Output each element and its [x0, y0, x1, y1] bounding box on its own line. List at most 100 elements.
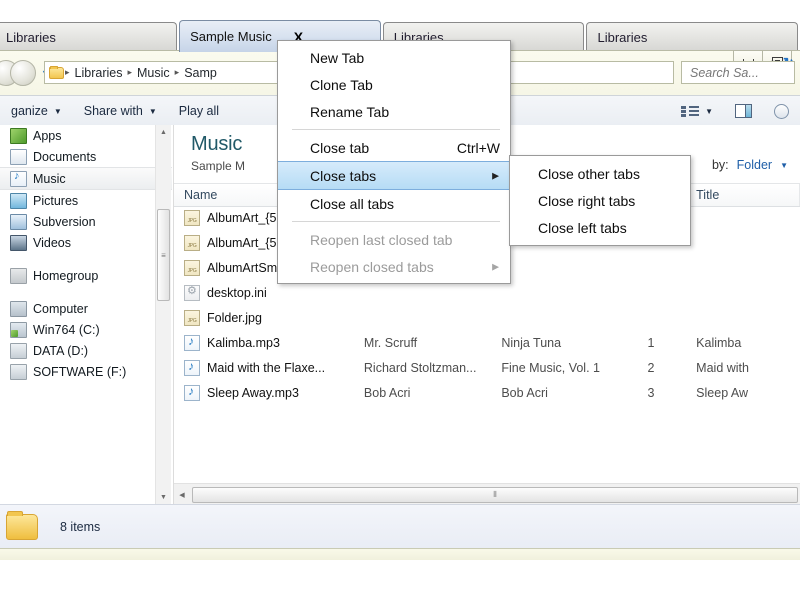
- homegroup-icon: [10, 267, 27, 284]
- file-track-number: 2: [647, 360, 655, 375]
- file-name: desktop.ini: [207, 285, 267, 300]
- chevron-down-icon[interactable]: ▼: [780, 161, 788, 170]
- folder-icon: [49, 65, 64, 79]
- search-input[interactable]: Search Sa...: [681, 61, 795, 84]
- file-name: Maid with the Flaxe...: [207, 360, 326, 375]
- submenu-item-close-right-tabs[interactable]: Close right tabs: [510, 187, 690, 214]
- close-tabs-submenu[interactable]: Close other tabs Close right tabs Close le…: [509, 155, 691, 246]
- chevron-down-icon: ▼: [705, 106, 713, 116]
- organize-button[interactable]: ganize ▼: [0, 96, 73, 126]
- sidebar-item-documents[interactable]: Documents: [0, 146, 172, 167]
- chevron-down-icon: ▼: [53, 106, 62, 116]
- file-album: Bob Acri: [501, 385, 548, 400]
- view-list-icon: [681, 104, 700, 118]
- file-title-cell: Maid with: [686, 361, 800, 375]
- arrange-by-label: by:: [711, 158, 729, 172]
- ini-file-icon: [184, 284, 200, 301]
- mp3-file-icon: [184, 384, 200, 401]
- sidebar-item-software-f[interactable]: SOFTWARE (F:): [0, 361, 172, 382]
- table-row[interactable]: Kalimba.mp3 Mr. Scruff Ninja Tuna 1 Kalimba: [174, 330, 800, 355]
- sidebar-item-label: Videos: [33, 235, 71, 250]
- navigation-pane: Apps Documents Music Pictures Subversion Vide…: [0, 125, 172, 505]
- table-row[interactable]: Sleep Away.mp3 Bob Acri Bob Acri 3 Sleep Aw: [174, 380, 800, 405]
- share-with-button[interactable]: Share with ▼: [73, 96, 168, 126]
- file-title: Sleep Aw: [696, 385, 749, 400]
- sidebar-item-subversion[interactable]: Subversion: [0, 211, 172, 232]
- file-title: Kalimba: [696, 335, 742, 350]
- arrange-by: by: Folder ▼: [712, 158, 788, 172]
- sidebar-item-data-d[interactable]: DATA (D:): [0, 340, 172, 361]
- menu-item-label: Close tab: [310, 139, 370, 156]
- file-album-cell: Fine Music, Vol. 1: [491, 361, 633, 375]
- file-title-cell: Sleep Aw: [686, 386, 800, 400]
- file-track-number-cell: 2: [633, 361, 686, 375]
- drive-icon: [10, 363, 27, 380]
- change-view-button[interactable]: ▼: [670, 96, 724, 126]
- sidebar-item-pictures[interactable]: Pictures: [0, 190, 172, 211]
- file-album: Fine Music, Vol. 1: [501, 360, 600, 375]
- sidebar-item-label: SOFTWARE (F:): [33, 364, 127, 379]
- arrange-by-value[interactable]: Folder: [737, 158, 772, 172]
- table-row[interactable]: Folder.jpg: [174, 305, 800, 330]
- menu-item-close-tabs[interactable]: Close tabs ▶: [278, 161, 510, 190]
- sidebar-item-label: DATA (D:): [33, 343, 89, 358]
- menu-item-new-tab[interactable]: New Tab: [278, 44, 510, 71]
- menu-item-rename-tab[interactable]: Rename Tab: [278, 98, 510, 125]
- menu-item-close-all-tabs[interactable]: Close all tabs: [278, 190, 510, 217]
- tab-label: Libraries: [597, 30, 648, 45]
- column-header-title[interactable]: Title: [686, 184, 800, 206]
- file-track-number: 3: [647, 385, 655, 400]
- tab-4[interactable]: Libraries: [586, 22, 798, 52]
- tab-context-menu[interactable]: New Tab Clone Tab Rename Tab Close tab Ctrl+…: [277, 40, 511, 284]
- menu-item-label: Rename Tab: [310, 103, 390, 120]
- forward-button[interactable]: [10, 60, 36, 86]
- sidebar-item-win764-c[interactable]: Win764 (C:): [0, 319, 172, 340]
- breadcrumb-item-libraries[interactable]: Libraries: [71, 66, 127, 80]
- scroll-up-icon[interactable]: ▲: [156, 125, 171, 140]
- share-with-label: Share with: [83, 104, 143, 118]
- help-button[interactable]: [763, 96, 800, 126]
- breadcrumb-item-sample-music[interactable]: Samp: [180, 66, 221, 80]
- sidebar-item-homegroup[interactable]: Homegroup: [0, 265, 172, 286]
- jpg-file-icon: [184, 259, 200, 276]
- file-title: Maid with: [696, 360, 749, 375]
- menu-item-close-tab[interactable]: Close tab Ctrl+W: [278, 134, 510, 161]
- scrollbar-thumb[interactable]: ≡: [157, 209, 170, 301]
- menu-item-clone-tab[interactable]: Clone Tab: [278, 71, 510, 98]
- tab-label: Libraries: [6, 30, 56, 45]
- apps-icon: [10, 127, 27, 144]
- horizontal-scrollbar[interactable]: ◀ ⦀: [174, 483, 800, 505]
- menu-separator: [292, 221, 500, 222]
- menu-item-shortcut: Ctrl+W: [456, 139, 500, 156]
- navigation-scrollbar[interactable]: ▲ ≡ ▼: [155, 125, 171, 505]
- tab-label: Sample Music: [190, 29, 272, 44]
- file-name: Sleep Away.mp3: [207, 385, 299, 400]
- scroll-down-icon[interactable]: ▼: [156, 490, 171, 505]
- jpg-file-icon: [184, 209, 200, 226]
- preview-pane-button[interactable]: [724, 96, 763, 126]
- chevron-right-icon: ▶: [492, 261, 499, 271]
- file-title-cell: Kalimba: [686, 336, 800, 350]
- breadcrumb-item-music[interactable]: Music: [133, 66, 174, 80]
- scrollbar-thumb[interactable]: ⦀: [192, 486, 798, 503]
- sidebar-item-label: Apps: [33, 128, 62, 143]
- sidebar-item-apps[interactable]: Apps: [0, 125, 172, 146]
- submenu-item-close-other-tabs[interactable]: Close other tabs: [510, 160, 690, 187]
- scroll-left-icon[interactable]: ◀: [174, 491, 190, 499]
- file-artist-cell: Richard Stoltzman...: [354, 361, 491, 375]
- menu-item-label: Close left tabs: [538, 219, 627, 236]
- tab-1[interactable]: Libraries: [0, 22, 178, 52]
- sidebar-item-videos[interactable]: Videos: [0, 232, 172, 253]
- play-all-button[interactable]: Play all: [168, 96, 230, 126]
- menu-item-label: New Tab: [310, 49, 365, 66]
- sidebar-item-label: Computer: [33, 301, 88, 316]
- menu-item-label: Close all tabs: [310, 195, 395, 212]
- file-name-cell: Kalimba.mp3: [174, 334, 354, 351]
- sidebar-item-computer[interactable]: Computer: [0, 298, 172, 319]
- submenu-item-close-left-tabs[interactable]: Close left tabs: [510, 214, 690, 241]
- file-name-cell: Folder.jpg: [174, 309, 354, 326]
- file-name: Folder.jpg: [207, 310, 262, 325]
- sidebar-item-music[interactable]: Music: [0, 167, 172, 190]
- table-row[interactable]: Maid with the Flaxe... Richard Stoltzman.…: [174, 355, 800, 380]
